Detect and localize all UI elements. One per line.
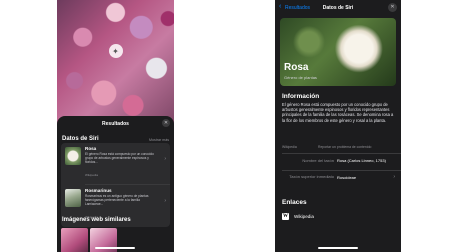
visual-lookup-icon[interactable]: ✦ xyxy=(108,44,123,58)
web-images-heading: Imágenes web similares xyxy=(62,217,131,223)
wikipedia-link[interactable]: W Wikipedia xyxy=(282,213,382,221)
info-text: El género Rosa está compuesto por un con… xyxy=(282,102,394,123)
home-indicator[interactable] xyxy=(95,247,135,249)
hero-image: Rosa Género de plantas xyxy=(280,18,396,86)
result-description: El género Rosa está compuesto por un con… xyxy=(85,152,154,164)
result-name: Rosmarinus xyxy=(85,188,112,193)
hero-title: Rosa xyxy=(284,62,309,73)
result-source: Wikipedia xyxy=(85,173,99,177)
divider xyxy=(282,153,401,154)
nav-title: Datos de Siri xyxy=(322,4,354,11)
result-description: Rosmarinus es un antiguo género de plant… xyxy=(85,194,149,206)
result-name: Rosa xyxy=(85,146,97,151)
field-value-link[interactable]: Rosoideae xyxy=(337,175,393,180)
home-indicator[interactable] xyxy=(318,247,358,249)
wikipedia-icon: W xyxy=(282,213,289,220)
rosemary-thumbnail-icon xyxy=(65,189,81,207)
flower-photo: ✦ xyxy=(57,0,174,124)
info-heading: Información xyxy=(282,93,320,100)
hero-subtitle: Género de plantas xyxy=(284,75,317,80)
field-value: Rosa (Carlos Linneo, 1753) xyxy=(337,158,386,163)
source-row: Wikipedia Reportar un problema de conten… xyxy=(282,145,394,151)
siri-results-card: Rosa El género Rosa está compuesto por u… xyxy=(61,143,170,227)
left-phone-screen: ✦ Resultados ✕ Datos de Siri Mostrar más… xyxy=(57,0,174,252)
chevron-right-icon: › xyxy=(164,198,166,204)
chevron-right-icon: › xyxy=(164,156,166,162)
web-image[interactable] xyxy=(61,228,88,252)
field-label: Nombre del taxón xyxy=(302,158,334,163)
result-item-rosa[interactable]: Rosa El género Rosa está compuesto por u… xyxy=(61,143,170,185)
close-icon[interactable]: ✕ xyxy=(162,119,170,127)
close-icon[interactable]: ✕ xyxy=(388,3,397,12)
report-problem-link[interactable]: Reportar un problema de contenido xyxy=(318,145,371,149)
sheet-title: Resultados xyxy=(102,121,129,127)
links-heading: Enlaces xyxy=(282,199,307,206)
siri-section-heading: Datos de Siri xyxy=(62,136,99,142)
rose-thumbnail-icon xyxy=(65,147,81,165)
link-label: Wikipedia xyxy=(294,214,314,219)
chevron-right-icon: › xyxy=(393,174,395,180)
divider xyxy=(282,170,401,171)
navigation-bar: ‹ Resultados Datos de Siri ✕ xyxy=(275,0,401,16)
source-link[interactable]: Wikipedia xyxy=(282,145,297,149)
show-more-link[interactable]: Mostrar más xyxy=(149,138,169,142)
right-phone-screen: ‹ Resultados Datos de Siri ✕ Rosa Género… xyxy=(275,0,401,252)
field-label: Taxón superior inmediato xyxy=(289,174,334,179)
